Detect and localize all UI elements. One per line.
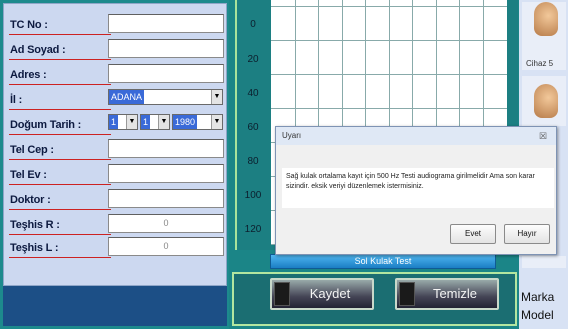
il-selected-value: ADANA xyxy=(109,90,145,104)
tc-no-label: TC No : xyxy=(10,19,48,31)
form-footer-bar xyxy=(3,286,227,326)
il-select[interactable]: ADANA ▼ xyxy=(108,89,223,105)
device-card[interactable] xyxy=(522,256,566,268)
evet-button[interactable]: Evet xyxy=(450,224,496,244)
ad-soyad-row: Ad Soyad : xyxy=(4,39,228,61)
y-tick: 60 xyxy=(247,122,259,133)
teshis-r-row: Teşhis R : 0 xyxy=(4,214,228,236)
ad-soyad-label: Ad Soyad : xyxy=(10,44,66,56)
teshis-r-input[interactable]: 0 xyxy=(108,214,224,233)
underline xyxy=(9,59,111,60)
adres-row: Adres : xyxy=(4,64,228,86)
dialog-titlebar: Uyarı ☒ xyxy=(276,127,556,145)
patient-form: TC No : Ad Soyad : Adres : İl : ADANA ▼ … xyxy=(3,3,227,286)
device-label: Cihaz 5 xyxy=(526,59,554,68)
chevron-down-icon[interactable]: ▼ xyxy=(126,115,137,129)
il-label: İl : xyxy=(10,94,23,106)
underline xyxy=(9,257,111,258)
underline xyxy=(9,184,111,185)
y-tick: 0 xyxy=(250,19,256,30)
tel-ev-row: Tel Ev : xyxy=(4,164,228,186)
chevron-down-icon[interactable]: ▼ xyxy=(158,115,169,129)
y-tick: 20 xyxy=(247,54,259,65)
adres-input[interactable] xyxy=(108,64,224,83)
il-row: İl : ADANA ▼ xyxy=(4,89,228,111)
teshis-l-input[interactable]: 0 xyxy=(108,237,224,256)
tel-ev-input[interactable] xyxy=(108,164,224,183)
sol-kulak-test-button[interactable]: Sol Kulak Test xyxy=(270,254,496,269)
tc-no-row: TC No : xyxy=(4,14,228,36)
doktor-row: Doktor : xyxy=(4,189,228,211)
adres-label: Adres : xyxy=(10,69,47,81)
hearing-aid-icon xyxy=(534,2,558,36)
tc-no-input[interactable] xyxy=(108,14,224,33)
close-icon[interactable]: ☒ xyxy=(536,130,550,142)
birth-year-value: 1980 xyxy=(173,115,198,129)
tel-ev-label: Tel Ev : xyxy=(10,169,47,181)
y-tick: 80 xyxy=(247,156,259,167)
ad-soyad-input[interactable] xyxy=(108,39,224,58)
underline xyxy=(9,159,111,160)
dogum-tarihi-label: Doğum Tarih : xyxy=(10,119,82,131)
chevron-down-icon[interactable]: ▼ xyxy=(211,115,222,129)
underline xyxy=(9,134,111,135)
device-card[interactable] xyxy=(522,76,566,126)
hearing-aid-icon xyxy=(534,84,558,118)
temizle-label: Temizle xyxy=(432,286,478,301)
underline xyxy=(9,209,111,210)
doktor-input[interactable] xyxy=(108,189,224,208)
temizle-button[interactable]: Temizle xyxy=(395,278,499,310)
y-tick: 40 xyxy=(247,88,259,99)
underline xyxy=(9,34,111,35)
action-bar: Kaydet Temizle xyxy=(232,272,517,326)
dialog-title: Uyarı xyxy=(282,131,302,140)
device-info: Marka Model xyxy=(519,270,568,329)
doktor-label: Doktor : xyxy=(10,194,51,206)
tel-cep-input[interactable] xyxy=(108,139,224,158)
button-icon xyxy=(399,282,415,306)
marka-label: Marka xyxy=(521,290,555,304)
device-card[interactable]: Cihaz 5 xyxy=(522,2,566,70)
underline xyxy=(9,234,111,235)
dogum-tarihi-row: Doğum Tarih : 1 ▼ 1 ▼ 1980 ▼ xyxy=(4,114,228,136)
teshis-r-label: Teşhis R : xyxy=(10,219,60,231)
teshis-l-row: Teşhis L : 0 xyxy=(4,237,228,259)
birth-month-select[interactable]: 1 ▼ xyxy=(140,114,170,130)
y-tick: 100 xyxy=(244,190,262,201)
dialog-message-area: Sağ kulak ortalama kayıt için 500 Hz Tes… xyxy=(282,168,554,208)
chevron-down-icon[interactable]: ▼ xyxy=(211,90,222,104)
dialog-message: Sağ kulak ortalama kayıt için 500 Hz Tes… xyxy=(286,173,535,190)
birth-day-value: 1 xyxy=(109,115,119,129)
hayir-button[interactable]: Hayır xyxy=(504,224,550,244)
tel-cep-row: Tel Cep : xyxy=(4,139,228,161)
y-tick: 120 xyxy=(244,224,262,235)
kaydet-button[interactable]: Kaydet xyxy=(270,278,374,310)
birth-day-select[interactable]: 1 ▼ xyxy=(108,114,138,130)
button-icon xyxy=(274,282,290,306)
kaydet-label: Kaydet xyxy=(309,286,351,301)
underline xyxy=(9,84,111,85)
underline xyxy=(9,109,111,110)
birth-month-value: 1 xyxy=(141,115,151,129)
birth-year-select[interactable]: 1980 ▼ xyxy=(172,114,223,130)
tel-cep-label: Tel Cep : xyxy=(10,144,54,156)
patient-panel: TC No : Ad Soyad : Adres : İl : ADANA ▼ … xyxy=(0,0,229,329)
teshis-l-label: Teşhis L : xyxy=(10,242,59,254)
model-label: Model xyxy=(521,308,554,322)
warning-dialog: Uyarı ☒ Sağ kulak ortalama kayıt için 50… xyxy=(275,126,557,255)
